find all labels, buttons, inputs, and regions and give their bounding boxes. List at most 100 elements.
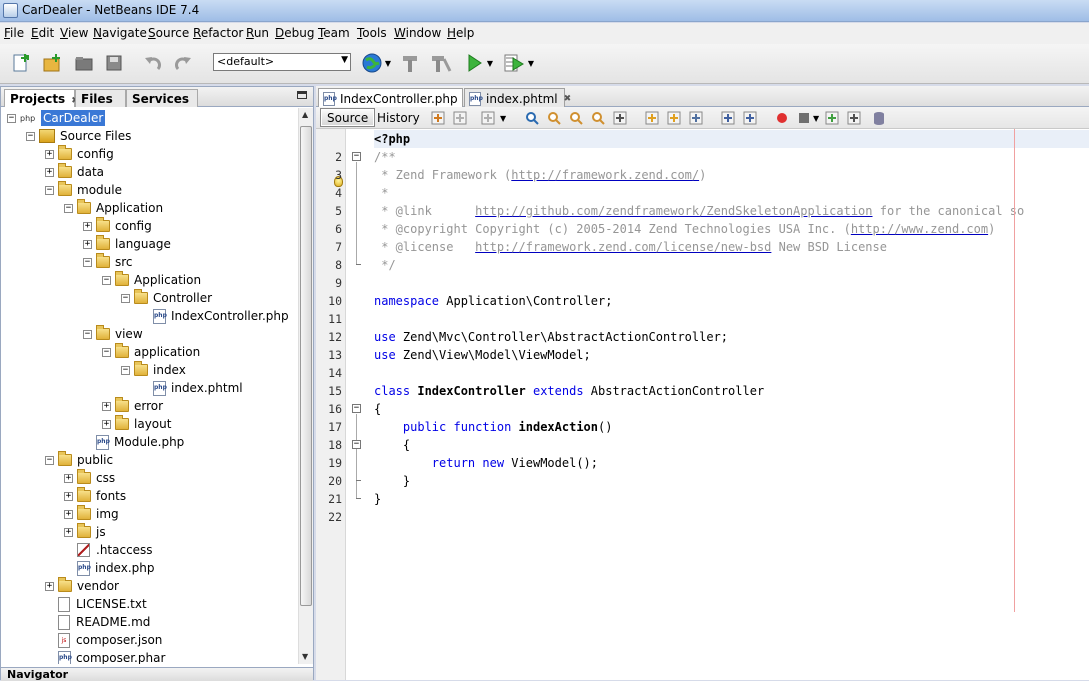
open-project-icon[interactable] xyxy=(73,52,95,74)
expand-icon[interactable]: + xyxy=(83,221,92,231)
code-line[interactable]: * xyxy=(374,184,388,202)
tree-node-public[interactable]: − public xyxy=(45,451,113,469)
tree-node-cardealer[interactable]: − php CarDealer xyxy=(7,109,106,127)
tree-node-index-phtml[interactable]: php index.phtml xyxy=(140,379,243,397)
menu-refactor[interactable]: Refactor xyxy=(193,26,243,40)
tree-node-license-txt[interactable]: LICENSE.txt xyxy=(45,595,147,613)
menu-run[interactable]: Run xyxy=(246,26,269,40)
menu-file[interactable]: File xyxy=(4,26,24,40)
tree-node-indexcontroller-php[interactable]: php IndexController.php xyxy=(140,307,289,325)
redo-icon[interactable] xyxy=(172,52,194,74)
collapse-icon[interactable]: − xyxy=(121,293,130,303)
expand-icon[interactable]: + xyxy=(102,419,111,429)
code-line[interactable]: * @license http://framework.zend.com/lic… xyxy=(374,238,887,256)
collapse-icon[interactable]: − xyxy=(102,275,111,285)
new-file-icon[interactable] xyxy=(10,52,32,74)
stop-macro-icon[interactable] xyxy=(796,110,812,126)
source-button[interactable]: Source xyxy=(320,108,376,127)
back-icon[interactable] xyxy=(430,110,446,126)
code-line[interactable]: <?php xyxy=(374,130,1089,148)
tab-files[interactable]: Files xyxy=(75,89,126,107)
tree-node-config[interactable]: + config xyxy=(83,217,152,235)
start-macro-icon[interactable] xyxy=(774,110,790,126)
tree-node-application[interactable]: − application xyxy=(102,343,200,361)
collapse-icon[interactable]: − xyxy=(121,365,130,375)
find-previous-icon[interactable] xyxy=(546,110,562,126)
code-line[interactable]: use Zend\View\Model\ViewModel; xyxy=(374,346,591,364)
shift-left-icon[interactable] xyxy=(720,110,736,126)
expand-icon[interactable]: + xyxy=(45,581,54,591)
menu-edit[interactable]: Edit xyxy=(31,26,54,40)
tree-node-controller[interactable]: − Controller xyxy=(121,289,212,307)
code-area[interactable]: <?php/** * Zend Framework (http://framew… xyxy=(374,129,1089,680)
save-all-icon[interactable] xyxy=(103,52,125,74)
expand-icon[interactable]: + xyxy=(64,509,73,519)
new-project-icon[interactable] xyxy=(41,52,63,74)
toggle-highlight-icon[interactable] xyxy=(612,110,628,126)
tree-node-module[interactable]: − module xyxy=(45,181,122,199)
code-line[interactable]: */ xyxy=(374,256,395,274)
tab-indexcontroller-php[interactable]: phpIndexController.php✖ xyxy=(318,88,471,107)
code-line[interactable]: * @link http://github.com/zendframework/… xyxy=(374,202,1024,220)
fold-toggle-icon[interactable]: − xyxy=(352,152,361,161)
tree-node-composer-phar[interactable]: php composer.phar xyxy=(45,649,165,664)
tree-node-css[interactable]: + css xyxy=(64,469,115,487)
tree-node-error[interactable]: + error xyxy=(102,397,163,415)
shift-right-icon[interactable] xyxy=(742,110,758,126)
tree-node-readme-md[interactable]: README.md xyxy=(45,613,150,631)
tab-index-phtml[interactable]: php index.phtml ✖ xyxy=(464,88,571,107)
run-project-icon[interactable] xyxy=(463,52,485,74)
collapse-icon[interactable]: − xyxy=(7,113,16,123)
tree-node-language[interactable]: + language xyxy=(83,235,171,253)
code-line[interactable]: return new ViewModel(); xyxy=(374,454,598,472)
expand-icon[interactable]: + xyxy=(102,401,111,411)
comment-icon[interactable] xyxy=(824,110,840,126)
last-edit-icon[interactable] xyxy=(480,110,496,126)
expand-icon[interactable]: + xyxy=(83,239,92,249)
collapse-icon[interactable]: − xyxy=(102,347,111,357)
expand-icon[interactable]: + xyxy=(64,527,73,537)
tree-node-index-php[interactable]: php index.php xyxy=(64,559,154,577)
menu-navigate[interactable]: Navigate xyxy=(93,26,147,40)
tree-node-config[interactable]: + config xyxy=(45,145,114,163)
debug-project-icon[interactable] xyxy=(503,52,525,74)
code-line[interactable]: } xyxy=(374,490,381,508)
collapse-icon[interactable]: − xyxy=(26,131,35,141)
tree-node-module-php[interactable]: php Module.php xyxy=(83,433,184,451)
uncomment-icon[interactable] xyxy=(846,110,862,126)
find-icon[interactable] xyxy=(524,110,540,126)
code-line[interactable]: * @copyright Copyright (c) 2005-2014 Zen… xyxy=(374,220,995,238)
tree-node-js[interactable]: + js xyxy=(64,523,106,541)
tab-projects[interactable]: Projects✖ xyxy=(4,89,79,107)
tree-node--htaccess[interactable]: .htaccess xyxy=(64,541,153,559)
minimize-panel-icon[interactable] xyxy=(297,91,307,99)
previous-bookmark-icon[interactable] xyxy=(644,110,660,126)
menu-debug[interactable]: Debug xyxy=(275,26,314,40)
expand-icon[interactable]: + xyxy=(45,167,54,177)
chevron-down-icon[interactable]: ▼ xyxy=(525,52,537,74)
chevron-down-icon[interactable]: ▼ xyxy=(382,52,394,74)
code-line[interactable]: { xyxy=(374,436,410,454)
collapse-icon[interactable]: − xyxy=(45,455,54,465)
tree-node-vendor[interactable]: + vendor xyxy=(45,577,119,595)
tree-node-composer-json[interactable]: js composer.json xyxy=(45,631,162,649)
tree-node-index[interactable]: − index xyxy=(121,361,186,379)
collapse-icon[interactable]: − xyxy=(83,257,92,267)
tree-node-source-files[interactable]: − Source Files xyxy=(26,127,131,145)
collapse-icon[interactable]: − xyxy=(64,203,73,213)
build-hammer-icon[interactable] xyxy=(399,52,421,74)
find-next-icon[interactable] xyxy=(568,110,584,126)
tree-node-application[interactable]: − Application xyxy=(102,271,201,289)
scrollbar-thumb[interactable] xyxy=(300,126,312,606)
tab-services[interactable]: Services xyxy=(126,89,198,107)
code-line[interactable]: namespace Application\Controller; xyxy=(374,292,612,310)
collapse-icon[interactable]: − xyxy=(45,185,54,195)
code-line[interactable]: use Zend\Mvc\Controller\AbstractActionCo… xyxy=(374,328,728,346)
tree-node-src[interactable]: − src xyxy=(83,253,133,271)
menu-view[interactable]: View xyxy=(60,26,88,40)
tree-scrollbar[interactable]: ▲ ▼ xyxy=(298,108,313,664)
clean-build-icon[interactable] xyxy=(430,52,452,74)
menu-team[interactable]: Team xyxy=(318,26,350,40)
next-bookmark-icon[interactable] xyxy=(666,110,682,126)
history-button[interactable]: History xyxy=(370,108,427,127)
